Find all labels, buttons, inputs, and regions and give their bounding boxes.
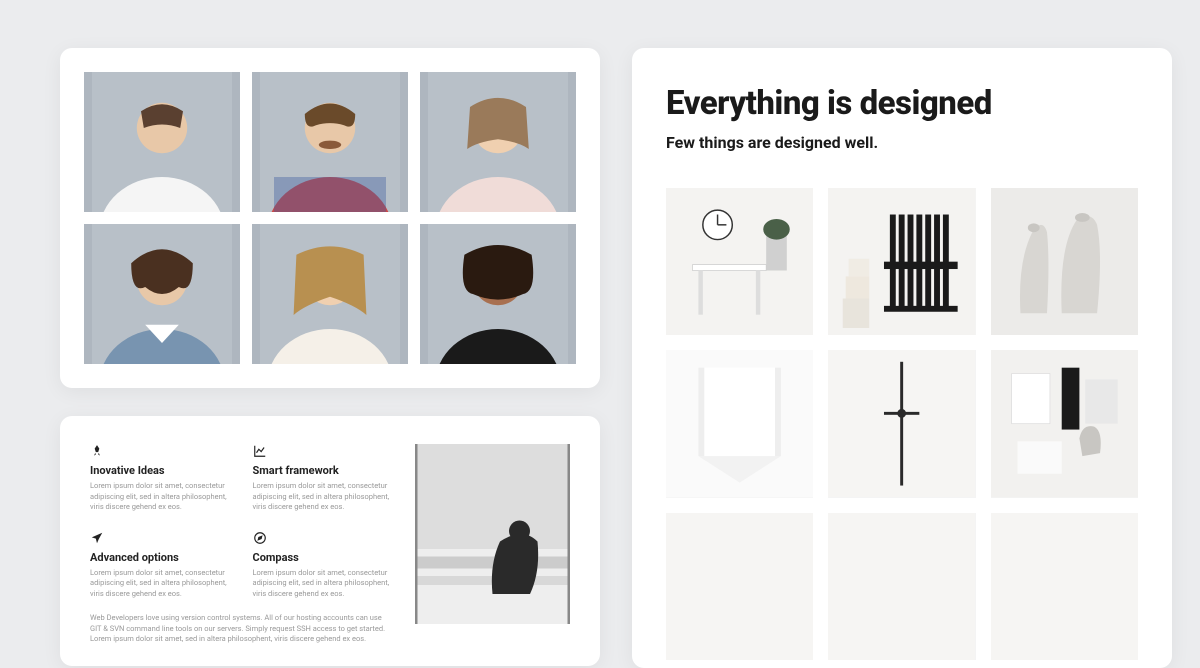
gallery-heading: Everything is designed	[666, 84, 1138, 123]
team-member[interactable]	[420, 224, 576, 364]
team-member[interactable]	[84, 72, 240, 212]
gallery-item[interactable]	[991, 188, 1138, 335]
feature-item: Advanced options Lorem ipsum dolor sit a…	[90, 531, 231, 600]
feature-body: Lorem ipsum dolor sit amet, consectetur …	[253, 481, 394, 513]
gallery-card: Everything is designed Few things are de…	[632, 48, 1172, 668]
chart-icon	[253, 444, 394, 460]
feature-title: Compass	[253, 551, 394, 564]
gallery-item[interactable]	[666, 350, 813, 497]
feature-image	[415, 444, 570, 624]
gallery-item[interactable]	[991, 513, 1138, 660]
features-grid: Inovative Ideas Lorem ipsum dolor sit am…	[90, 444, 393, 599]
plane-icon	[90, 531, 231, 547]
features-card: Inovative Ideas Lorem ipsum dolor sit am…	[60, 416, 600, 666]
feature-title: Smart framework	[253, 464, 394, 477]
feature-title: Inovative Ideas	[90, 464, 231, 477]
feature-item: Smart framework Lorem ipsum dolor sit am…	[253, 444, 394, 513]
compass-icon	[253, 531, 394, 547]
team-member[interactable]	[252, 224, 408, 364]
feature-body: Lorem ipsum dolor sit amet, consectetur …	[253, 568, 394, 600]
gallery-item[interactable]	[828, 188, 975, 335]
gallery-item[interactable]	[666, 513, 813, 660]
gallery-item[interactable]	[828, 350, 975, 497]
feature-title: Advanced options	[90, 551, 231, 564]
feature-body: Lorem ipsum dolor sit amet, consectetur …	[90, 568, 231, 600]
gallery-item[interactable]	[991, 350, 1138, 497]
team-grid	[84, 72, 576, 364]
gallery-item[interactable]	[666, 188, 813, 335]
team-member[interactable]	[252, 72, 408, 212]
gallery-grid	[666, 188, 1138, 660]
gallery-item[interactable]	[828, 513, 975, 660]
features-footer: Web Developers love using version contro…	[90, 613, 393, 645]
feature-item: Compass Lorem ipsum dolor sit amet, cons…	[253, 531, 394, 600]
rocket-icon	[90, 444, 231, 460]
team-card	[60, 48, 600, 388]
team-member[interactable]	[84, 224, 240, 364]
gallery-subheading: Few things are designed well.	[666, 133, 1138, 152]
team-member[interactable]	[420, 72, 576, 212]
feature-item: Inovative Ideas Lorem ipsum dolor sit am…	[90, 444, 231, 513]
feature-body: Lorem ipsum dolor sit amet, consectetur …	[90, 481, 231, 513]
